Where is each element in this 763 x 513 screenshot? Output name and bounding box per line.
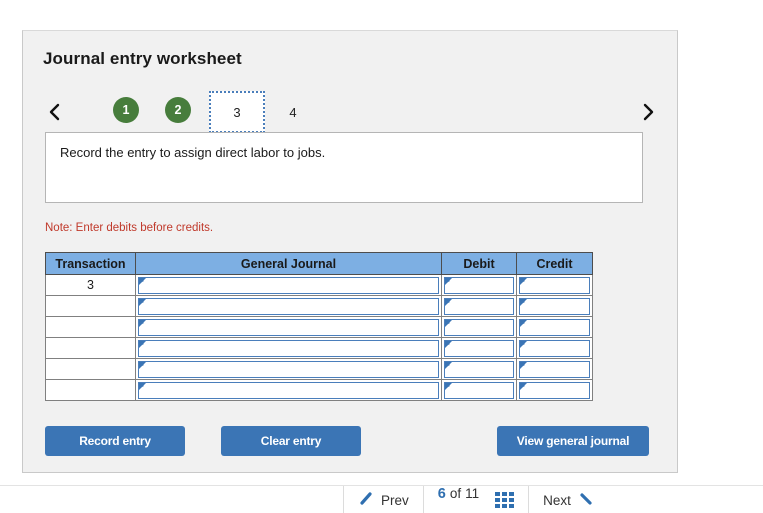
of-label: of	[449, 486, 462, 501]
table-header-row: Transaction General Journal Debit Credit	[45, 252, 593, 275]
column-header-general-journal: General Journal	[135, 252, 442, 275]
credit-cell[interactable]	[516, 358, 593, 380]
table-row	[45, 358, 593, 380]
transaction-cell	[45, 295, 136, 317]
prev-question-button[interactable]: Prev	[344, 486, 423, 513]
column-header-debit: Debit	[441, 252, 517, 275]
general-journal-cell[interactable]	[135, 316, 442, 338]
total-pages: 11	[465, 486, 480, 501]
general-journal-input[interactable]	[138, 276, 439, 294]
table-row: 3	[45, 274, 593, 296]
journal-entry-worksheet-card: Journal entry worksheet 1 2 3 4 Record t…	[22, 30, 678, 473]
general-journal-cell[interactable]	[135, 358, 442, 380]
instruction-panel: Record the entry to assign direct labor …	[45, 132, 643, 203]
debit-input[interactable]	[444, 318, 514, 336]
transaction-cell: 3	[45, 274, 136, 296]
debit-cell[interactable]	[441, 379, 517, 401]
pager-controls: Prev 6 of 11 Next	[343, 486, 608, 513]
page-title: Journal entry worksheet	[43, 49, 242, 68]
transaction-number: 3	[87, 277, 94, 292]
question-counter: 6 of 11	[424, 486, 489, 513]
credit-input[interactable]	[519, 339, 590, 357]
transaction-cell	[45, 316, 136, 338]
debit-cell[interactable]	[441, 358, 517, 380]
debit-cell[interactable]	[441, 316, 517, 338]
credit-cell[interactable]	[516, 316, 593, 338]
step-label: 4	[289, 104, 297, 120]
column-header-transaction: Transaction	[45, 252, 136, 275]
general-journal-input[interactable]	[138, 339, 439, 357]
general-journal-input[interactable]	[138, 318, 439, 336]
general-journal-input[interactable]	[138, 381, 439, 399]
credit-input[interactable]	[519, 297, 590, 315]
table-row	[45, 316, 593, 338]
debit-cell[interactable]	[441, 337, 517, 359]
general-journal-table: Transaction General Journal Debit Credit…	[45, 252, 593, 401]
step-indicator-2[interactable]: 2	[165, 97, 191, 123]
debit-input[interactable]	[444, 276, 514, 294]
credit-cell[interactable]	[516, 379, 593, 401]
credit-input[interactable]	[519, 360, 590, 378]
app-root: Journal entry worksheet 1 2 3 4 Record t…	[0, 0, 763, 513]
credit-input[interactable]	[519, 276, 590, 294]
debits-before-credits-note: Note: Enter debits before credits.	[45, 222, 214, 234]
grid-view-icon[interactable]	[495, 492, 515, 508]
step-label: 1	[122, 103, 130, 117]
arrow-right-icon	[578, 491, 594, 510]
general-journal-input[interactable]	[138, 360, 439, 378]
column-header-credit: Credit	[516, 252, 593, 275]
view-general-journal-button[interactable]: View general journal	[497, 426, 649, 456]
general-journal-cell[interactable]	[135, 337, 442, 359]
transaction-cell	[45, 337, 136, 359]
step-navigation: 1 2 3 4	[41, 91, 661, 133]
credit-cell[interactable]	[516, 337, 593, 359]
step-indicator-4[interactable]: 4	[269, 91, 317, 133]
step-label: 2	[174, 103, 182, 117]
prev-label: Prev	[381, 492, 409, 508]
step-indicator-1[interactable]: 1	[113, 97, 139, 123]
general-journal-input[interactable]	[138, 297, 439, 315]
credit-cell[interactable]	[516, 295, 593, 317]
chevron-right-icon[interactable]	[635, 99, 661, 125]
current-page-number: 6	[437, 486, 446, 502]
table-row	[45, 337, 593, 359]
step-indicator-3-current[interactable]: 3	[209, 91, 265, 133]
instruction-text: Record the entry to assign direct labor …	[60, 145, 326, 160]
clear-entry-button[interactable]: Clear entry	[221, 426, 361, 456]
pencil-left-icon	[358, 491, 374, 510]
next-question-button[interactable]: Next	[529, 486, 608, 513]
next-label: Next	[543, 492, 571, 508]
credit-cell[interactable]	[516, 274, 593, 296]
table-row	[45, 379, 593, 401]
step-label: 3	[233, 104, 241, 120]
record-entry-button[interactable]: Record entry	[45, 426, 185, 456]
general-journal-cell[interactable]	[135, 295, 442, 317]
general-journal-cell[interactable]	[135, 274, 442, 296]
debit-cell[interactable]	[441, 274, 517, 296]
chevron-left-icon[interactable]	[41, 99, 67, 125]
credit-input[interactable]	[519, 318, 590, 336]
table-row	[45, 295, 593, 317]
bottom-pager-bar: Prev 6 of 11 Next	[0, 485, 763, 513]
debit-input[interactable]	[444, 381, 514, 399]
credit-input[interactable]	[519, 381, 590, 399]
debit-cell[interactable]	[441, 295, 517, 317]
debit-input[interactable]	[444, 297, 514, 315]
debit-input[interactable]	[444, 360, 514, 378]
general-journal-cell[interactable]	[135, 379, 442, 401]
debit-input[interactable]	[444, 339, 514, 357]
transaction-cell	[45, 379, 136, 401]
transaction-cell	[45, 358, 136, 380]
